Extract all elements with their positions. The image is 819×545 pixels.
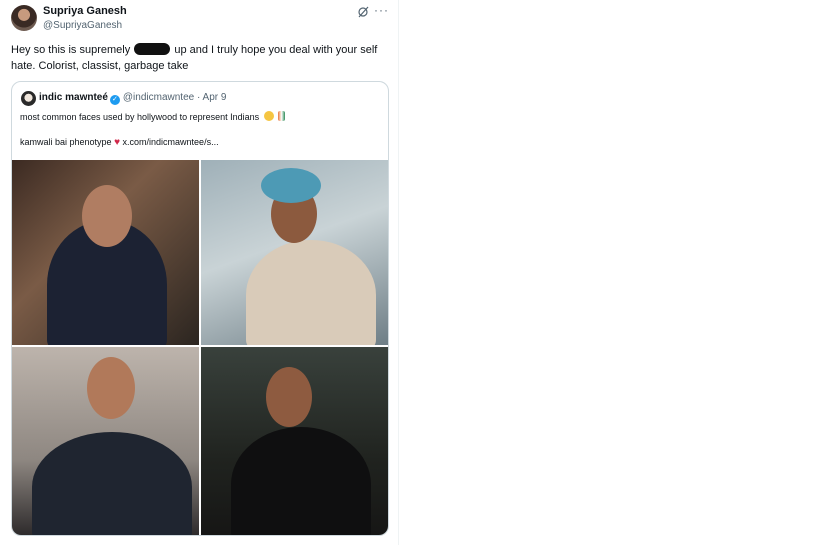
media-image-2[interactable] [201,160,388,345]
verified-icon: ✓ [109,95,120,105]
quoted-text-line1: most common faces used by hollywood to r… [20,111,286,122]
author-name[interactable]: Supriya Ganesh [43,5,127,17]
quoted-header: indic mawnteé ✓ @indicmawntee · Apr 9 [39,92,226,105]
quoted-text-2: kamwali bai phenotype [20,137,112,147]
quoted-avatar[interactable] [21,91,36,106]
media-image-1[interactable] [12,160,199,345]
media-image-4[interactable] [201,347,388,535]
quoted-text: most common faces used by hollywood to r… [20,112,260,122]
quoted-author-name[interactable]: indic mawnteé [39,92,108,103]
crying-face-icon [263,111,274,121]
media-grid [12,160,388,535]
quoted-tweet[interactable]: indic mawnteé ✓ @indicmawntee · Apr 9 most… [11,81,389,536]
quoted-link[interactable]: x.com/indicmawntee/s... [123,137,219,147]
quoted-text-line2: kamwali bai phenotype ♥ x.com/indicmawnt… [20,137,219,148]
grok-icon[interactable] [357,6,369,18]
author-handle[interactable]: @SupriyaGanesh [43,20,122,31]
quoted-date[interactable]: Apr 9 [203,92,227,103]
flag-icon [278,111,286,121]
tweet-text-part1: Hey so this is supremely [11,44,131,56]
redaction-mark [134,43,171,55]
more-icon[interactable]: ··· [374,3,389,17]
avatar[interactable] [11,5,37,31]
tweet: Supriya Ganesh @SupriyaGanesh ··· Hey so… [0,0,399,545]
quoted-author-handle[interactable]: @indicmawntee [123,92,194,103]
separator-dot: · [194,92,203,103]
media-image-3[interactable] [12,347,199,535]
broken-heart-icon: ♥ [114,137,121,148]
tweet-text: Hey so this is supremely up and I truly … [11,42,391,74]
